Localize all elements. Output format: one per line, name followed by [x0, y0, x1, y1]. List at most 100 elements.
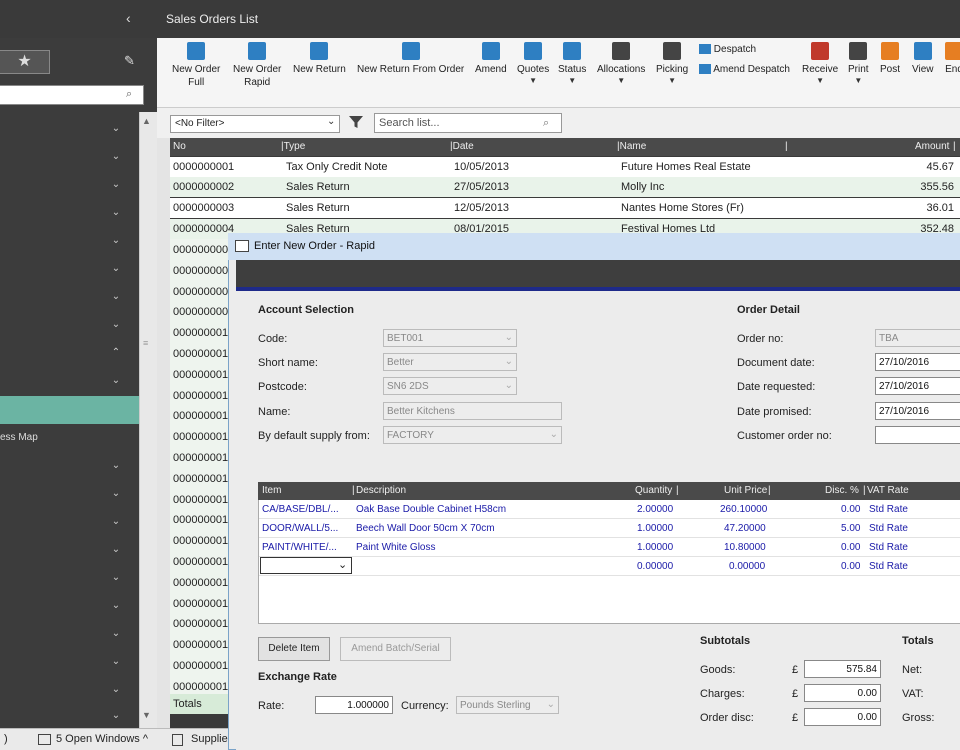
currency-select[interactable]: Pounds Sterling ⌄ [456, 696, 559, 714]
scroll-grip-icon[interactable]: ≡ [143, 338, 148, 348]
end-button[interactable]: End [945, 42, 960, 76]
supplier-button[interactable]: Supplie [191, 733, 228, 745]
table-row-number[interactable]: 000000001 [173, 431, 228, 443]
scroll-down-icon[interactable]: ▼ [142, 710, 151, 720]
delete-item-button[interactable]: Delete Item [258, 637, 330, 661]
table-row-number[interactable]: 000000001 [173, 598, 228, 610]
chevron-down-icon[interactable]: ⌄ [109, 710, 123, 721]
chevron-down-icon[interactable]: ⌄ [109, 600, 123, 611]
table-row-number[interactable]: 000000001 [173, 681, 228, 693]
table-row-number[interactable]: 000000001 [173, 473, 228, 485]
table-row-number[interactable]: 000000000 [173, 306, 228, 318]
order-item-row-new[interactable]: 0.00000 0.00000 0.00 Std Rate [259, 557, 960, 576]
picking-button[interactable]: Picking ▼ [656, 42, 688, 86]
table-row-number[interactable]: 000000000 [173, 244, 228, 256]
amend-despatch-button[interactable]: Amend Despatch [699, 64, 790, 75]
chevron-down-icon[interactable]: ⌄ [327, 116, 335, 127]
list-search-input[interactable]: Search list... [374, 113, 562, 133]
filter-select[interactable]: <No Filter> [170, 115, 340, 133]
table-row-number[interactable]: 000000001 [173, 535, 228, 547]
filter-funnel-icon[interactable] [347, 113, 365, 131]
table-row-number[interactable]: 000000001 [173, 390, 228, 402]
scroll-up-icon[interactable]: ▲ [142, 116, 151, 126]
chevron-down-icon[interactable]: ⌄ [109, 319, 123, 330]
chevron-down-icon[interactable]: ⌄ [109, 656, 123, 667]
table-row-number[interactable]: 0000000007 [173, 265, 234, 277]
col-description[interactable]: Description [356, 485, 406, 496]
amend-button[interactable]: Amend [475, 42, 507, 76]
table-row-number[interactable]: 000000001 [173, 577, 228, 589]
open-windows-button[interactable]: 5 Open Windows ^ [56, 733, 148, 745]
post-button[interactable]: Post [880, 42, 900, 76]
nav-selected-item[interactable] [0, 396, 139, 424]
supply-from-select[interactable]: FACTORY ⌄ [383, 426, 562, 444]
chevron-down-icon[interactable]: ⌄ [109, 375, 123, 386]
table-row-number[interactable]: 000000001 [173, 410, 228, 422]
despatch-button[interactable]: Despatch [699, 44, 756, 55]
chevron-down-icon[interactable]: ⌄ [109, 179, 123, 190]
rate-field[interactable]: 1.000000 [315, 696, 393, 714]
chevron-down-icon[interactable]: ⌄ [109, 263, 123, 274]
table-row-number[interactable]: 000000001 [173, 618, 228, 630]
col-vat-rate[interactable]: VAT Rate [867, 485, 909, 496]
name-field[interactable]: Better Kitchens [383, 402, 562, 420]
order-item-row[interactable]: CA/BASE/DBL/... Oak Base Double Cabinet … [259, 500, 960, 519]
col-item[interactable]: Item [262, 485, 281, 496]
chevron-down-icon[interactable]: ⌄ [109, 572, 123, 583]
table-row-number[interactable]: 000000001 [173, 452, 228, 464]
order-item-row[interactable]: DOOR/WALL/5... Beech Wall Door 50cm X 70… [259, 519, 960, 538]
table-row[interactable]: 0000000001 Tax Only Credit Note 10/05/20… [170, 157, 960, 177]
search-icon[interactable]: ⌕ [126, 88, 132, 101]
date-requested-field[interactable]: 27/10/2016 [875, 377, 960, 395]
chevron-down-icon[interactable]: ⌄ [109, 460, 123, 471]
col-no[interactable]: No [173, 141, 186, 152]
view-button[interactable]: View [912, 42, 934, 76]
order-item-row[interactable]: PAINT/WHITE/... Paint White Gloss 1.0000… [259, 538, 960, 557]
chevron-down-icon[interactable]: ⌄ [109, 235, 123, 246]
status-button[interactable]: Status ▼ [558, 42, 586, 86]
search-icon[interactable]: ⌕ [543, 117, 549, 130]
new-return-button[interactable]: New Return [293, 42, 346, 76]
charges-field[interactable]: 0.00 [804, 684, 881, 702]
chevron-up-icon[interactable]: ⌃ [109, 347, 123, 358]
code-field[interactable]: BET001 ⌄ [383, 329, 517, 347]
table-row-number[interactable]: 000000001 [173, 639, 228, 651]
print-button[interactable]: Print ▼ [848, 42, 869, 86]
chevron-down-icon[interactable]: ⌄ [109, 291, 123, 302]
col-name[interactable]: |Name [617, 141, 646, 152]
table-row-number[interactable]: 000000001 [173, 514, 228, 526]
postcode-field[interactable]: SN6 2DS ⌄ [383, 377, 517, 395]
nav-scrollbar[interactable] [139, 112, 157, 728]
chevron-down-icon[interactable]: ⌄ [338, 558, 347, 571]
col-type[interactable]: |Type [281, 141, 305, 152]
document-date-field[interactable]: 27/10/2016 [875, 353, 960, 371]
new-order-full-button[interactable]: New Order Full [172, 42, 220, 89]
chevron-down-icon[interactable]: ⌄ [109, 123, 123, 134]
table-row-number[interactable]: 000000000 [173, 286, 228, 298]
chevron-down-icon[interactable]: ⌄ [109, 151, 123, 162]
order-disc-field[interactable]: 0.00 [804, 708, 881, 726]
col-quantity[interactable]: Quantity [635, 485, 672, 496]
col-date[interactable]: |Date [450, 141, 474, 152]
table-row-number[interactable]: 000000001 [173, 369, 228, 381]
nav-item-business-map[interactable]: ess Map [0, 432, 38, 443]
table-row-number[interactable]: 000000001 [173, 327, 228, 339]
collapse-nav-icon[interactable]: ‹ [126, 10, 131, 26]
list-scrollbar[interactable] [157, 138, 170, 728]
receive-button[interactable]: Receive ▼ [802, 42, 838, 86]
amend-batch-serial-button[interactable]: Amend Batch/Serial [340, 637, 451, 661]
col-amount[interactable]: Amount [915, 141, 949, 152]
quotes-button[interactable]: Quotes ▼ [517, 42, 549, 86]
date-promised-field[interactable]: 27/10/2016 [875, 402, 960, 420]
nav-search-input[interactable] [0, 85, 144, 105]
table-row[interactable]: 0000000003 Sales Return 12/05/2013 Nante… [170, 198, 960, 218]
customer-order-no-field[interactable] [875, 426, 960, 444]
chevron-down-icon[interactable]: ⌄ [109, 488, 123, 499]
new-return-from-order-button[interactable]: New Return From Order [357, 42, 464, 76]
table-row-number[interactable]: 000000001 [173, 348, 228, 360]
favourites-star-icon[interactable]: ★ [0, 50, 50, 74]
short-name-field[interactable]: Better ⌄ [383, 353, 517, 371]
edit-icon[interactable]: ✎ [124, 53, 135, 69]
col-unit-price[interactable]: Unit Price [724, 485, 767, 496]
chevron-down-icon[interactable]: ⌄ [109, 684, 123, 695]
